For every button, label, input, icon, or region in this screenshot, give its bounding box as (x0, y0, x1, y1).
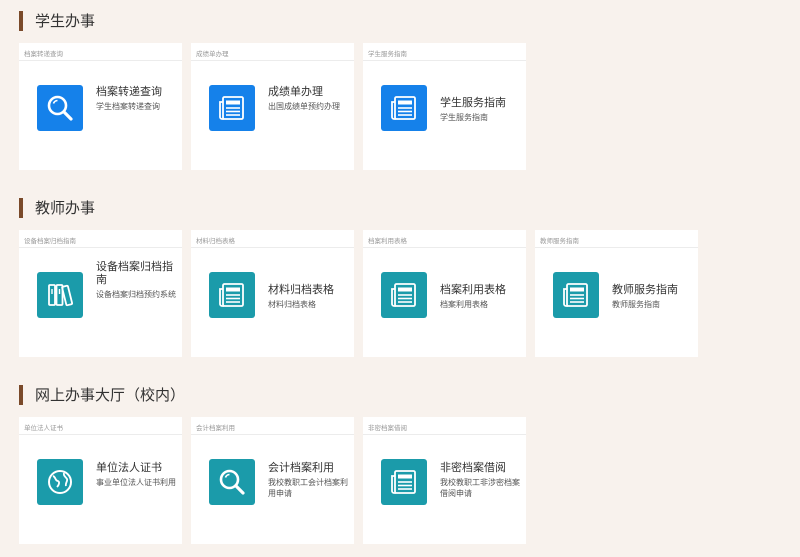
card-legal-certificate[interactable]: 单位法人证书 单位法人证书 事业单位法人证书利用 (19, 417, 182, 544)
card-desc: 学生档案转递查询 (96, 102, 160, 111)
newspaper-icon (381, 85, 427, 131)
card-accounting-archive[interactable]: 会计档案利用 会计档案利用 我校教职工会计档案利用申请 (191, 417, 354, 544)
card-header: 成绩单办理 (191, 43, 354, 61)
section-title: 教师办事 (19, 198, 95, 218)
card-desc: 我校教职工会计档案利用申请 (268, 478, 348, 498)
card-desc: 学生服务指南 (440, 113, 488, 122)
card-title: 档案利用表格 (440, 283, 506, 296)
card-desc: 档案利用表格 (440, 300, 488, 309)
search-icon (37, 85, 83, 131)
newspaper-icon (209, 272, 255, 318)
section-title: 网上办事大厅（校内） (19, 385, 185, 405)
card-header: 材料归档表格 (191, 230, 354, 248)
card-title: 成绩单办理 (268, 85, 323, 98)
card-header: 单位法人证书 (19, 417, 182, 435)
card-title: 会计档案利用 (268, 461, 334, 474)
card-desc: 设备档案归档预约系统 (96, 290, 176, 299)
card-title: 档案转递查询 (96, 85, 162, 98)
binders-icon (37, 272, 83, 318)
card-nonsecret-borrow[interactable]: 非密档案借阅 非密档案借阅 我校教职工非涉密档案借阅申请 (363, 417, 526, 544)
card-transcript[interactable]: 成绩单办理 成绩单办理 出国成绩单预约办理 (191, 43, 354, 170)
card-header: 设备档案归档指南 (19, 230, 182, 248)
card-title: 教师服务指南 (612, 283, 678, 296)
card-archive-transfer[interactable]: 档案转递查询 档案转递查询 学生档案转递查询 (19, 43, 182, 170)
card-title: 设备档案归档指南 (96, 260, 173, 286)
card-title: 单位法人证书 (96, 461, 162, 474)
card-desc: 事业单位法人证书利用 (96, 478, 176, 487)
card-teacher-guide[interactable]: 教师服务指南 教师服务指南 教师服务指南 (535, 230, 698, 357)
card-desc: 出国成绩单预约办理 (268, 102, 340, 111)
search-icon (209, 459, 255, 505)
section-title: 学生办事 (19, 11, 95, 31)
card-header: 非密档案借阅 (363, 417, 526, 435)
newspaper-icon (381, 459, 427, 505)
card-student-guide[interactable]: 学生服务指南 学生服务指南 学生服务指南 (363, 43, 526, 170)
card-title: 非密档案借阅 (440, 461, 506, 474)
newspaper-icon (553, 272, 599, 318)
globe-icon (37, 459, 83, 505)
card-header: 档案转递查询 (19, 43, 182, 61)
card-header: 会计档案利用 (191, 417, 354, 435)
newspaper-icon (209, 85, 255, 131)
card-archive-use-forms[interactable]: 档案利用表格 档案利用表格 档案利用表格 (363, 230, 526, 357)
card-title: 学生服务指南 (440, 96, 506, 109)
card-equipment-archive[interactable]: 设备档案归档指南 设备档案归档指南 设备档案归档预约系统 (19, 230, 182, 357)
card-header: 档案利用表格 (363, 230, 526, 248)
card-title: 材料归档表格 (268, 283, 334, 296)
card-desc: 我校教职工非涉密档案借阅申请 (440, 478, 520, 498)
newspaper-icon (381, 272, 427, 318)
card-desc: 教师服务指南 (612, 300, 660, 309)
card-material-forms[interactable]: 材料归档表格 材料归档表格 材料归档表格 (191, 230, 354, 357)
card-header: 学生服务指南 (363, 43, 526, 61)
card-desc: 材料归档表格 (268, 300, 316, 309)
card-header: 教师服务指南 (535, 230, 698, 248)
